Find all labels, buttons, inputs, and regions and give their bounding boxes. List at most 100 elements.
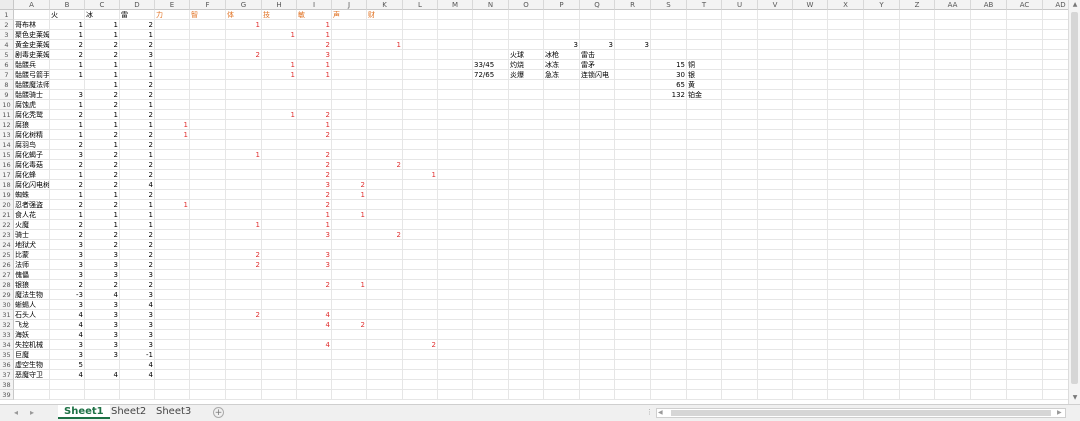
cell[interactable]: [403, 240, 438, 250]
column-header-k[interactable]: K: [367, 0, 403, 10]
cell[interactable]: [1007, 360, 1043, 370]
cell[interactable]: [367, 330, 403, 340]
cell[interactable]: [722, 270, 758, 280]
cell[interactable]: [473, 120, 509, 130]
cell[interactable]: [722, 10, 758, 20]
cell[interactable]: 2: [85, 240, 120, 250]
cell[interactable]: [864, 10, 900, 20]
cell[interactable]: [651, 300, 687, 310]
cell[interactable]: [332, 340, 367, 350]
cell[interactable]: [226, 30, 262, 40]
cell[interactable]: [828, 360, 864, 370]
cell[interactable]: [262, 230, 297, 240]
cell[interactable]: 2: [85, 90, 120, 100]
cell[interactable]: [971, 360, 1007, 370]
cell[interactable]: 2: [50, 50, 85, 60]
cell[interactable]: [793, 100, 828, 110]
cell[interactable]: 2: [50, 160, 85, 170]
cell[interactable]: [155, 360, 190, 370]
cell[interactable]: [615, 320, 651, 330]
column-header-b[interactable]: B: [50, 0, 85, 10]
horizontal-scroll-thumb[interactable]: [671, 410, 1051, 416]
cell[interactable]: [615, 130, 651, 140]
cell[interactable]: [758, 110, 793, 120]
cell[interactable]: [758, 80, 793, 90]
cell[interactable]: [687, 280, 722, 290]
row-header[interactable]: 29: [0, 290, 14, 300]
cell[interactable]: [473, 20, 509, 30]
cell[interactable]: 3: [85, 330, 120, 340]
cell[interactable]: [367, 80, 403, 90]
cell[interactable]: 2: [50, 220, 85, 230]
cell[interactable]: [1007, 90, 1043, 100]
cell[interactable]: [473, 80, 509, 90]
cell[interactable]: 3: [120, 310, 155, 320]
cell[interactable]: [864, 320, 900, 330]
cell[interactable]: [722, 290, 758, 300]
cell[interactable]: [580, 360, 615, 370]
cell[interactable]: [226, 60, 262, 70]
cell[interactable]: [473, 370, 509, 380]
cell[interactable]: [864, 380, 900, 390]
cell[interactable]: [722, 350, 758, 360]
cell[interactable]: [438, 150, 473, 160]
cell[interactable]: [580, 300, 615, 310]
cell[interactable]: [935, 200, 971, 210]
cell[interactable]: [332, 200, 367, 210]
cell[interactable]: [900, 220, 935, 230]
cell[interactable]: [687, 360, 722, 370]
cell[interactable]: [473, 90, 509, 100]
cell[interactable]: 腐狼: [14, 120, 50, 130]
cell[interactable]: [971, 240, 1007, 250]
cell[interactable]: [722, 260, 758, 270]
cell[interactable]: [403, 390, 438, 400]
cell[interactable]: [1007, 390, 1043, 400]
cell[interactable]: [793, 320, 828, 330]
cell[interactable]: [900, 30, 935, 40]
cell[interactable]: 1: [332, 280, 367, 290]
cell[interactable]: [615, 110, 651, 120]
cell[interactable]: 银: [687, 70, 722, 80]
cell[interactable]: [438, 230, 473, 240]
cell[interactable]: [509, 30, 544, 40]
cell[interactable]: [935, 100, 971, 110]
cell[interactable]: [864, 70, 900, 80]
cell[interactable]: [262, 50, 297, 60]
cell[interactable]: [190, 120, 226, 130]
cell[interactable]: [155, 380, 190, 390]
cell[interactable]: [793, 310, 828, 320]
cell[interactable]: 132: [651, 90, 687, 100]
cell[interactable]: [971, 110, 1007, 120]
cell[interactable]: 4: [297, 310, 332, 320]
cell[interactable]: [403, 110, 438, 120]
cell[interactable]: 1: [85, 30, 120, 40]
cell[interactable]: [473, 180, 509, 190]
cell[interactable]: 3: [85, 300, 120, 310]
cell[interactable]: [651, 310, 687, 320]
cell[interactable]: [935, 170, 971, 180]
cell[interactable]: [615, 140, 651, 150]
cell[interactable]: 2: [85, 160, 120, 170]
cell[interactable]: [1007, 40, 1043, 50]
cell[interactable]: [722, 120, 758, 130]
cell[interactable]: [935, 350, 971, 360]
cell[interactable]: 15: [651, 60, 687, 70]
cell[interactable]: 1: [50, 190, 85, 200]
cell[interactable]: [1007, 60, 1043, 70]
cell[interactable]: [687, 200, 722, 210]
cell[interactable]: [1007, 260, 1043, 270]
cell[interactable]: [190, 130, 226, 140]
cell[interactable]: [262, 270, 297, 280]
cell[interactable]: [864, 190, 900, 200]
cell[interactable]: [544, 20, 580, 30]
cell[interactable]: 2: [120, 170, 155, 180]
cell[interactable]: [687, 270, 722, 280]
cell[interactable]: [828, 200, 864, 210]
row-header[interactable]: 7: [0, 70, 14, 80]
cell[interactable]: [262, 150, 297, 160]
cell[interactable]: [473, 260, 509, 270]
cell[interactable]: [615, 300, 651, 310]
cell[interactable]: [190, 320, 226, 330]
cell[interactable]: [758, 70, 793, 80]
cell[interactable]: [1007, 10, 1043, 20]
